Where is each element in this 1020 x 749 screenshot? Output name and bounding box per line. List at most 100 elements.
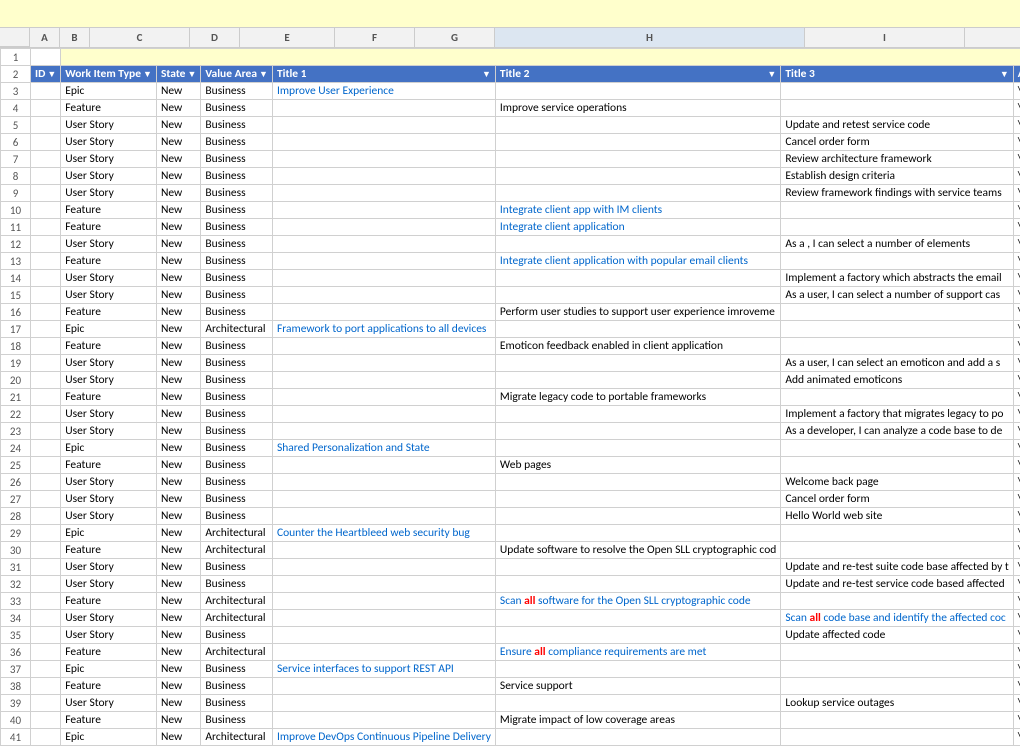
- cell-area-path: \Service Suite\Performance: [1013, 491, 1020, 508]
- cell-title1: [272, 338, 495, 355]
- header-title1: Title 1▼: [272, 66, 495, 83]
- cell-work-item-type: Epic: [61, 321, 157, 338]
- row-num: 10: [1, 202, 31, 219]
- cell-work-item-type: User Story: [61, 151, 157, 168]
- cell-state: New: [156, 338, 200, 355]
- col-C[interactable]: C: [90, 28, 190, 47]
- cell-value-area: Business: [201, 372, 273, 389]
- col-F[interactable]: F: [335, 28, 415, 47]
- cell-id: [31, 542, 61, 559]
- cell-title1: [272, 185, 495, 202]
- cell-area-path: \Service Suite\Web Service: [1013, 695, 1020, 712]
- row-num: 1: [1, 49, 31, 66]
- cell-area-path: \Service Suite\Performance: [1013, 508, 1020, 525]
- cell-work-item-type: Feature: [61, 219, 157, 236]
- cell-state: New: [156, 321, 200, 338]
- cell-title3: [781, 457, 1013, 474]
- cell-title1: [272, 695, 495, 712]
- cell-value-area: Business: [201, 423, 273, 440]
- cell-work-item-type: User Story: [61, 355, 157, 372]
- cell-title1: [272, 576, 495, 593]
- cell-area-path: \Fiber Suite\App: [1013, 185, 1020, 202]
- cell-work-item-type: User Story: [61, 423, 157, 440]
- cell-value-area: Architectural: [201, 610, 273, 627]
- cell-area-path: \Service Suite: [1013, 712, 1020, 729]
- table-row: 36 Feature New Architectural Ensure all …: [1, 644, 1020, 661]
- cell-work-item-type: Feature: [61, 100, 157, 117]
- cell-state: New: [156, 644, 200, 661]
- table-row: 23 User Story New Business As a develope…: [1, 423, 1020, 440]
- cell-work-item-type: Feature: [61, 457, 157, 474]
- row-num: 26: [1, 474, 31, 491]
- table-row: 9 User Story New Business Review framewo…: [1, 185, 1020, 202]
- cell-state: New: [156, 202, 200, 219]
- cell-state: New: [156, 304, 200, 321]
- cell-title1: [272, 355, 495, 372]
- cell-title1: [272, 287, 495, 304]
- row-num: 2: [1, 66, 31, 83]
- col-H[interactable]: H: [495, 28, 805, 47]
- cell-id: [31, 168, 61, 185]
- cell-title3: Welcome back page: [781, 474, 1013, 491]
- col-I[interactable]: I: [805, 28, 965, 47]
- table-row: 41 Epic New Architectural Improve DevOps…: [1, 729, 1020, 746]
- cell-area-path: \Fiber Suite: [1013, 100, 1020, 117]
- cell-title3: [781, 83, 1013, 100]
- cell-state: New: [156, 100, 200, 117]
- col-A[interactable]: A: [30, 28, 60, 47]
- cell-work-item-type: User Story: [61, 576, 157, 593]
- col-letters-row: A B C D E F G H I J: [0, 28, 1020, 48]
- cell-area-path: \Service Suite\Web Service: [1013, 372, 1020, 389]
- cell-title2: [495, 406, 780, 423]
- cell-id: [31, 406, 61, 423]
- cell-area-path: \Fiber Suite: [1013, 593, 1020, 610]
- cell-work-item-type: User Story: [61, 508, 157, 525]
- cell-title2: [495, 627, 780, 644]
- cell-value-area: Business: [201, 678, 273, 695]
- cell-title3: [781, 202, 1013, 219]
- cell-state: New: [156, 559, 200, 576]
- cell-title1: [272, 457, 495, 474]
- cell-state: New: [156, 457, 200, 474]
- row-num: 16: [1, 304, 31, 321]
- table-row: 6 User Story New Business Cancel order f…: [1, 134, 1020, 151]
- table-row: 37 Epic New Business Service interfaces …: [1, 661, 1020, 678]
- cell-state: New: [156, 287, 200, 304]
- cell-id: [31, 83, 61, 100]
- col-B[interactable]: B: [60, 28, 90, 47]
- cell-area-path: \Service Suite: [1013, 304, 1020, 321]
- cell-id: [31, 712, 61, 729]
- cell-id: [31, 508, 61, 525]
- cell-work-item-type: User Story: [61, 474, 157, 491]
- row-num: 40: [1, 712, 31, 729]
- cell-value-area: Business: [201, 457, 273, 474]
- cell-id: [31, 202, 61, 219]
- cell-state: New: [156, 576, 200, 593]
- col-G[interactable]: G: [415, 28, 495, 47]
- row-num: 21: [1, 389, 31, 406]
- row-num: 24: [1, 440, 31, 457]
- cell-state: New: [156, 117, 200, 134]
- cell-id: [31, 253, 61, 270]
- col-D[interactable]: D: [190, 28, 240, 47]
- cell-value-area: Business: [201, 491, 273, 508]
- col-E[interactable]: E: [240, 28, 335, 47]
- cell-id: [31, 678, 61, 695]
- table-row: 21 Feature New Business Migrate legacy c…: [1, 389, 1020, 406]
- col-J[interactable]: J: [965, 28, 1020, 47]
- cell-title2: [495, 729, 780, 746]
- cell-title1: [272, 423, 495, 440]
- table-row: 5 User Story New Business Update and ret…: [1, 117, 1020, 134]
- table-row: 30 Feature New Architectural Update soft…: [1, 542, 1020, 559]
- cell-id: [31, 491, 61, 508]
- cell-state: New: [156, 423, 200, 440]
- cell-id: [31, 559, 61, 576]
- table-row: 18 Feature New Business Emoticon feedbac…: [1, 338, 1020, 355]
- cell-work-item-type: Epic: [61, 83, 157, 100]
- cell-work-item-type: User Story: [61, 372, 157, 389]
- cell-value-area: Business: [201, 185, 273, 202]
- cell-title1: Shared Personalization and State: [272, 440, 495, 457]
- table-row: 35 User Story New Business Update affect…: [1, 627, 1020, 644]
- cell-area-path: \Fiber Suite\App: [1013, 151, 1020, 168]
- cell-title3: As a user, I can select a number of supp…: [781, 287, 1013, 304]
